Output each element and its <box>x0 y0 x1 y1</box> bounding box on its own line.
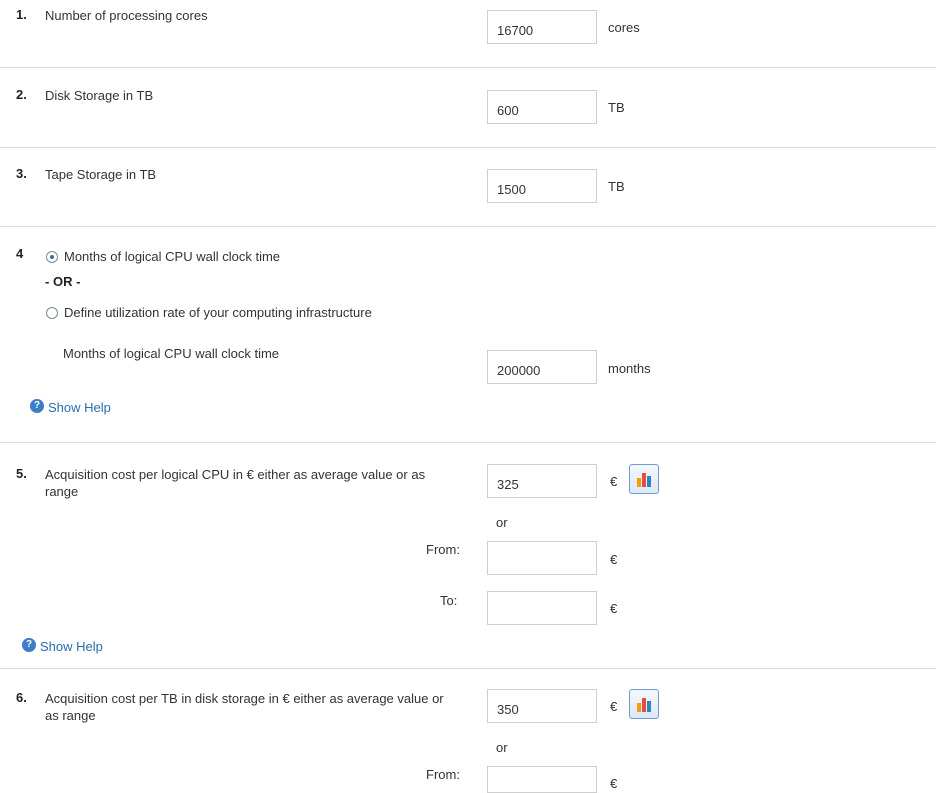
unit-label: € <box>610 474 618 489</box>
to-label: To: <box>440 593 458 608</box>
separator <box>0 226 936 227</box>
disk-cost-average-input[interactable] <box>487 689 597 723</box>
unit-label: months <box>608 361 651 376</box>
separator <box>0 668 936 669</box>
bar-chart-icon <box>637 473 651 487</box>
cpu-cost-chart-button[interactable] <box>629 464 659 494</box>
disk-cost-from-input[interactable] <box>487 766 597 793</box>
from-label: From: <box>426 767 460 782</box>
separator <box>0 67 936 68</box>
or-separator: - OR - <box>45 274 81 289</box>
question-label: Disk Storage in TB <box>45 88 154 103</box>
processing-cores-input[interactable] <box>487 10 597 44</box>
bar-chart-icon <box>637 698 651 712</box>
question-label: Tape Storage in TB <box>45 167 157 182</box>
help-icon: ? <box>22 638 36 652</box>
cpu-cost-from-input[interactable] <box>487 541 597 575</box>
question-label: Acquisition cost per TB in disk storage … <box>45 691 444 723</box>
question-number: 3. <box>16 166 27 181</box>
help-icon: ? <box>30 399 44 413</box>
unit-label: cores <box>608 20 640 35</box>
option-months-cpu-label: Months of logical CPU wall clock time <box>64 249 281 264</box>
option-utilization-label: Define utilization rate of your computin… <box>64 305 372 320</box>
separator <box>0 442 936 443</box>
question-number: 1. <box>16 7 27 22</box>
unit-label: € <box>610 776 618 791</box>
unit-label: TB <box>608 179 625 194</box>
disk-storage-input[interactable] <box>487 90 597 124</box>
question-number: 6. <box>16 690 27 705</box>
question-label: Acquisition cost per logical CPU in € ei… <box>45 467 426 499</box>
unit-label: € <box>610 552 618 567</box>
radio-months-cpu[interactable] <box>46 251 58 263</box>
unit-label: € <box>610 601 618 616</box>
or-text: OR <box>52 274 73 289</box>
field-label: Months of logical CPU wall clock time <box>63 346 280 361</box>
disk-cost-chart-button[interactable] <box>629 689 659 719</box>
months-cpu-input[interactable] <box>487 350 597 384</box>
cpu-cost-average-input[interactable] <box>487 464 597 498</box>
unit-label: TB <box>608 100 625 115</box>
question-number: 2. <box>16 87 27 102</box>
question-label: Number of processing cores <box>45 8 208 23</box>
show-help-text: Show Help <box>40 639 103 654</box>
radio-utilization-rate[interactable] <box>46 307 58 319</box>
cpu-cost-to-input[interactable] <box>487 591 597 625</box>
or-text: or <box>496 515 508 530</box>
question-number: 4 <box>16 246 24 261</box>
separator <box>0 147 936 148</box>
tape-storage-input[interactable] <box>487 169 597 203</box>
or-text: or <box>496 740 508 755</box>
show-help-text: Show Help <box>48 400 111 415</box>
from-label: From: <box>426 542 460 557</box>
unit-label: € <box>610 699 618 714</box>
question-number: 5. <box>16 466 27 481</box>
